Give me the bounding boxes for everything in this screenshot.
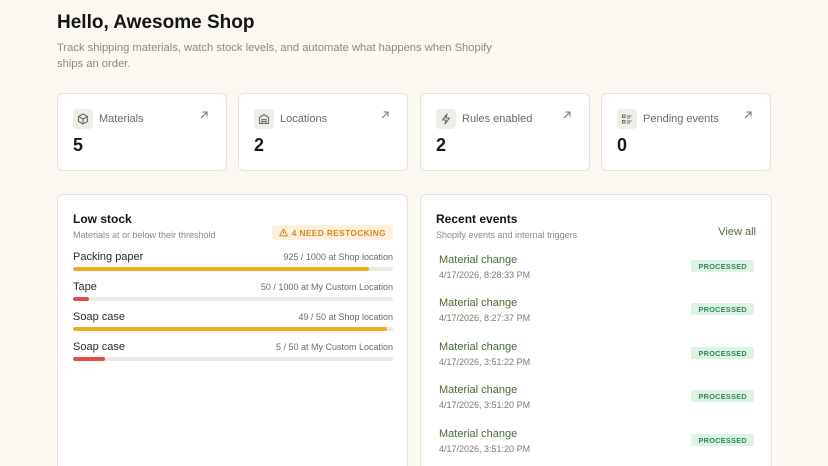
view-all-link[interactable]: View all	[718, 226, 756, 238]
stock-level-fill	[73, 267, 369, 271]
restock-badge: 4 NEED RESTOCKING	[271, 225, 393, 240]
event-row[interactable]: Material change 4/17/2026, 3:51:22 PM PR…	[436, 341, 754, 375]
stock-item-detail: 50 / 1000 at My Custom Location	[260, 282, 393, 292]
status-badge: PROCESSED	[691, 303, 754, 315]
list-icon	[617, 109, 637, 129]
stock-level-fill	[73, 297, 89, 301]
stock-item[interactable]: Tape 50 / 1000 at My Custom Location	[73, 281, 393, 307]
stat-card-locations[interactable]: Locations 2	[238, 93, 408, 171]
stat-label: Materials	[99, 113, 144, 125]
stock-item[interactable]: Soap case 49 / 50 at Shop location	[73, 311, 393, 337]
event-name: Material change	[439, 297, 518, 309]
panel-title: Recent events	[436, 212, 518, 226]
event-name: Material change	[439, 384, 518, 396]
event-time: 4/17/2026, 3:51:20 PM	[439, 444, 531, 454]
stat-card-materials[interactable]: Materials 5	[57, 93, 227, 171]
stat-value: 2	[436, 135, 447, 155]
status-badge: PROCESSED	[691, 260, 754, 272]
warning-icon	[278, 228, 288, 237]
stock-level-fill	[73, 327, 387, 331]
panel-subtitle: Shopify events and internal triggers	[436, 230, 578, 240]
event-time: 4/17/2026, 3:51:20 PM	[439, 400, 531, 410]
arrow-up-right-icon	[200, 111, 208, 119]
stock-item-name: Tape	[73, 281, 97, 293]
stock-item[interactable]: Soap case 5 / 50 at My Custom Location	[73, 341, 393, 367]
recent-events-panel: Recent events Shopify events and interna…	[420, 194, 772, 466]
arrow-up-right-icon	[744, 111, 752, 119]
stock-level-bar	[73, 297, 393, 301]
stock-level-bar	[73, 267, 393, 271]
stock-item-detail: 5 / 50 at My Custom Location	[275, 342, 393, 352]
arrow-up-right-icon	[381, 111, 389, 119]
stock-item-name: Soap case	[73, 311, 125, 323]
event-row[interactable]: Material change 4/17/2026, 8:27:37 PM PR…	[436, 297, 754, 331]
restock-badge-label: 4 NEED RESTOCKING	[291, 227, 386, 238]
box-icon	[73, 109, 93, 129]
stock-item-name: Soap case	[73, 341, 125, 353]
stat-card-pending-events[interactable]: Pending events 0	[601, 93, 771, 171]
stat-card-rules-enabled[interactable]: Rules enabled 2	[420, 93, 590, 171]
event-time: 4/17/2026, 3:51:22 PM	[439, 357, 531, 367]
low-stock-panel: Low stock Materials at or below their th…	[57, 194, 408, 466]
stat-value: 5	[73, 135, 84, 155]
event-row[interactable]: Material change 4/17/2026, 8:28:33 PM PR…	[436, 254, 754, 288]
page-title: Hello, Awesome Shop	[57, 12, 255, 33]
stat-label: Rules enabled	[462, 113, 533, 125]
warehouse-icon	[254, 109, 274, 129]
lightning-icon	[436, 109, 456, 129]
stock-item-name: Packing paper	[73, 251, 144, 263]
status-badge: PROCESSED	[691, 390, 754, 402]
stat-label: Pending events	[643, 113, 719, 125]
page-subtitle: Track shipping materials, watch stock le…	[57, 42, 492, 70]
stat-label: Locations	[280, 113, 328, 125]
event-time: 4/17/2026, 8:27:37 PM	[439, 313, 531, 323]
panel-title: Low stock	[73, 212, 132, 226]
stock-item-detail: 925 / 1000 at Shop location	[283, 252, 393, 262]
stat-value: 0	[617, 135, 628, 155]
status-badge: PROCESSED	[691, 434, 754, 446]
event-row[interactable]: Material change 4/17/2026, 3:51:20 PM PR…	[436, 384, 754, 418]
stock-item-detail: 49 / 50 at Shop location	[298, 312, 393, 322]
arrow-up-right-icon	[563, 111, 571, 119]
event-name: Material change	[439, 254, 518, 266]
stock-level-bar	[73, 357, 393, 361]
stock-level-bar	[73, 327, 393, 331]
stock-item[interactable]: Packing paper 925 / 1000 at Shop locatio…	[73, 251, 393, 277]
stock-level-fill	[73, 357, 105, 361]
event-name: Material change	[439, 428, 518, 440]
event-row[interactable]: Material change 4/17/2026, 3:51:20 PM PR…	[436, 428, 754, 462]
status-badge: PROCESSED	[691, 347, 754, 359]
stat-value: 2	[254, 135, 265, 155]
event-name: Material change	[439, 341, 518, 353]
panel-subtitle: Materials at or below their threshold	[73, 230, 216, 240]
event-time: 4/17/2026, 8:28:33 PM	[439, 270, 531, 280]
